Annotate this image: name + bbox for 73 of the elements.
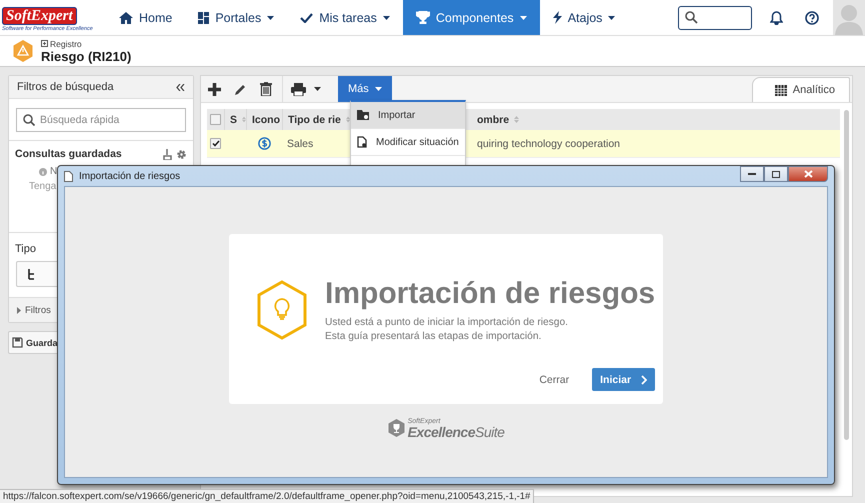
nav-item[interactable]: Portales	[185, 0, 288, 35]
document-icon	[357, 136, 367, 148]
warning-icon	[12, 40, 34, 62]
settings-icon[interactable]	[176, 148, 187, 160]
nav-item[interactable]: Mis tareas	[287, 0, 403, 35]
caret-icon	[374, 87, 382, 91]
maximize-icon	[772, 170, 780, 178]
column-header[interactable]: ombre	[477, 114, 510, 126]
folder-icon	[357, 110, 369, 120]
close-link[interactable]: Cerrar	[533, 372, 576, 387]
hint-text: Tenga	[28, 180, 58, 194]
column-header[interactable]: Icono	[252, 114, 280, 126]
section-title: Consultas guardadas	[15, 148, 122, 160]
search-icon	[23, 114, 35, 126]
check-icon	[300, 12, 314, 22]
panel-title: Filtros de búsqueda	[17, 81, 114, 93]
lightbulb-icon	[255, 280, 309, 340]
help-icon[interactable]	[805, 10, 819, 24]
search-placeholder: Búsqueda rápida	[40, 114, 120, 126]
tree-icon	[27, 268, 36, 280]
status-url: https://falcon.softexpert.com/se/v19666/generic/gn_defaultframe/2.0/defaultframe_opener.php?oid=menu,2100543,215,-1,-1#	[3, 491, 530, 502]
description-text: Esta guía presentará las etapas de importación.	[325, 330, 542, 344]
chevron-icon	[641, 374, 648, 385]
table-cell: quiring technology cooperation	[477, 138, 620, 150]
bell-icon[interactable]	[770, 10, 783, 24]
column-header[interactable]: Tipo de rie	[288, 114, 341, 126]
description-text: Usted está a punto de iniciar la importación de riesgo.	[325, 316, 569, 330]
minimize-button[interactable]	[740, 166, 764, 182]
nav-item[interactable]: Atajos	[540, 0, 628, 35]
grid-icon	[198, 12, 210, 24]
trophy-icon	[416, 11, 430, 24]
close-icon	[804, 170, 812, 178]
minimize-icon	[748, 173, 756, 175]
more-button[interactable]: Más	[338, 76, 392, 102]
scrollbar[interactable]	[844, 110, 849, 440]
checkbox[interactable]	[210, 138, 221, 149]
search-field[interactable]	[678, 6, 752, 30]
close-button[interactable]	[788, 166, 828, 182]
menu-item[interactable]: Importar	[351, 102, 465, 129]
bolt-icon	[552, 11, 562, 24]
search-icon	[685, 11, 698, 24]
search-field[interactable]: Búsqueda rápida	[16, 108, 186, 132]
printer-icon	[291, 82, 306, 96]
column-header[interactable]: S	[230, 114, 238, 126]
breadcrumb[interactable]: Registro	[50, 38, 82, 48]
start-button[interactable]: Iniciar	[592, 368, 656, 392]
home-icon	[119, 12, 133, 24]
trash-icon	[260, 82, 272, 96]
collapse-icon[interactable]	[176, 84, 185, 90]
nav-item[interactable]: Home	[106, 0, 186, 35]
plus-icon	[41, 40, 48, 47]
page-title: Riesgo (RI210)	[41, 48, 132, 64]
info-text: N	[50, 166, 58, 177]
info-icon	[39, 168, 47, 176]
trophy-shield-icon	[388, 419, 405, 437]
maximize-button[interactable]	[764, 166, 788, 182]
plus-icon	[208, 82, 220, 96]
pencil-icon	[234, 82, 246, 96]
view-tab[interactable]: Analítico	[752, 77, 850, 102]
table-cell: Sales	[287, 138, 314, 150]
dollar-icon	[258, 137, 270, 150]
checkbox[interactable]	[210, 114, 221, 125]
brand-name: ExcellenceSuite	[408, 424, 504, 438]
nav-item[interactable]: Componentes	[402, 0, 540, 35]
table-icon	[774, 84, 787, 96]
dialog-heading: Importación de riesgos	[325, 278, 656, 310]
caret-icon	[314, 87, 321, 91]
logo[interactable]: SoftExpert	[2, 6, 77, 24]
page-icon	[64, 170, 73, 182]
menu-item[interactable]: Modificar situación	[351, 129, 465, 156]
floppy-icon	[12, 337, 23, 348]
caret-icon	[17, 306, 21, 314]
window-title: Importación de riesgos	[79, 170, 180, 182]
